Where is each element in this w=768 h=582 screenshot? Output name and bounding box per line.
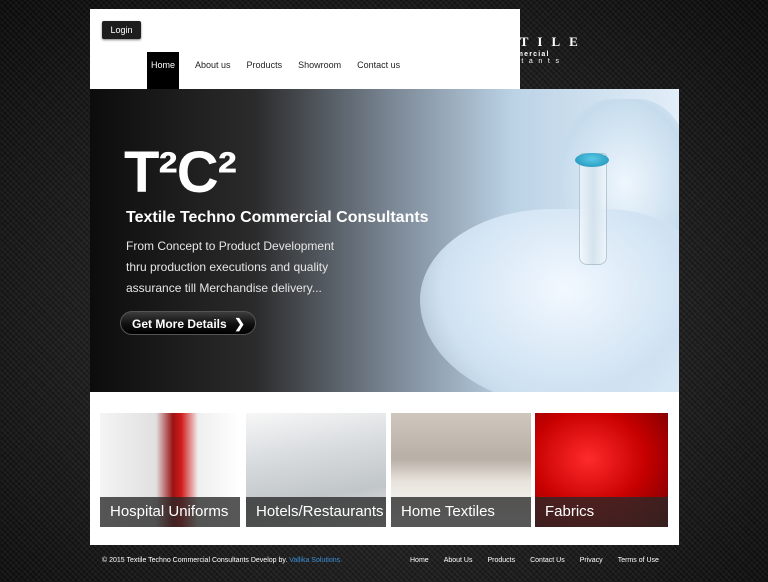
nav-about-us[interactable]: About us — [191, 52, 235, 89]
category-tile-fabrics[interactable]: Fabrics — [535, 413, 668, 527]
category-label: Fabrics — [535, 497, 668, 527]
nav-showroom[interactable]: Showroom — [294, 52, 345, 89]
cta-label: Get More Details — [132, 317, 227, 331]
site-logo[interactable]: TEXTILE TechnoCommercial Consultants — [466, 34, 591, 74]
main-nav: Home About us Products Showroom Contact … — [147, 52, 412, 89]
hero-description-line: thru production executions and quality — [126, 260, 329, 274]
hero-title: T²C² — [124, 140, 237, 205]
footer-link-about-us[interactable]: About Us — [444, 557, 473, 564]
footer-link-products[interactable]: Products — [487, 557, 515, 564]
category-label: Hotels/Restaurants — [246, 497, 386, 527]
footer-link-contact-us[interactable]: Contact Us — [530, 557, 565, 564]
hero-banner: T²C² Textile Techno Commercial Consultan… — [90, 89, 679, 392]
hero-subtitle: Textile Techno Commercial Consultants — [126, 209, 429, 226]
nav-products[interactable]: Products — [243, 52, 287, 89]
header: Login Home About us Products Showroom Co… — [90, 9, 520, 89]
logo-line3: Consultants — [466, 58, 565, 65]
chevron-right-icon: ❯ — [234, 316, 245, 331]
copyright: © 2015 Textile Techno Commercial Consult… — [102, 557, 342, 564]
nav-contact-us[interactable]: Contact us — [353, 52, 404, 89]
footer-link-home[interactable]: Home — [410, 557, 429, 564]
footer-link-privacy[interactable]: Privacy — [580, 557, 603, 564]
vial-image — [579, 153, 607, 265]
nav-home[interactable]: Home — [147, 52, 180, 89]
category-label: Home Textiles — [391, 497, 531, 527]
hero-hand-image — [420, 209, 679, 392]
category-tile-hotels-restaurants[interactable]: Hotels/Restaurants — [246, 413, 386, 527]
category-tile-hospital-uniforms[interactable]: Hospital Uniforms — [100, 413, 240, 527]
hero-description-line: From Concept to Product Development — [126, 239, 335, 253]
get-more-details-button[interactable]: Get More Details ❯ — [120, 311, 256, 335]
developer-link[interactable]: Vallika Solutions. — [289, 557, 342, 564]
hero-description: From Concept to Product Development thru… — [126, 236, 386, 299]
footer: © 2015 Textile Techno Commercial Consult… — [90, 545, 679, 582]
footer-links: Home About Us Products Contact Us Privac… — [410, 557, 674, 564]
logo-line2: TechnoCommercial — [466, 51, 550, 58]
category-tile-home-textiles[interactable]: Home Textiles — [391, 413, 531, 527]
login-button[interactable]: Login — [102, 21, 141, 39]
categories-section: Hospital Uniforms Hotels/Restaurants Hom… — [90, 392, 679, 545]
hero-description-line: assurance till Merchandise delivery... — [126, 281, 322, 295]
category-label: Hospital Uniforms — [100, 497, 240, 527]
vial-cap-image — [575, 153, 609, 167]
logo-line1: TEXTILE — [466, 34, 587, 49]
footer-link-terms-of-use[interactable]: Terms of Use — [618, 557, 659, 564]
copyright-text: © 2015 Textile Techno Commercial Consult… — [102, 557, 288, 564]
